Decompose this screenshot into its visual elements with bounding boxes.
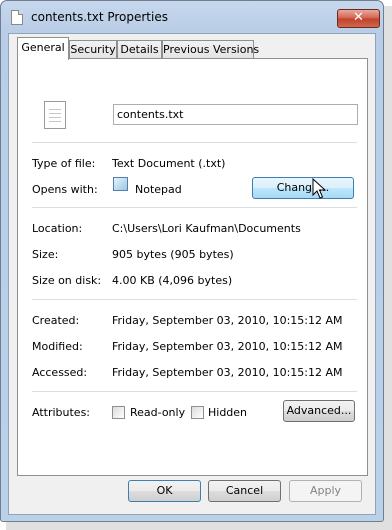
general-panel: Type of file: Text Document (.txt) Opens… [17, 58, 368, 476]
window-title: contents.txt Properties [31, 10, 168, 24]
type-value: Text Document (.txt) [112, 157, 226, 170]
size-on-disk-label: Size on disk: [32, 274, 102, 287]
separator [32, 391, 357, 392]
properties-window: contents.txt Properties ✕ General Securi… [0, 0, 384, 522]
modified-value: Friday, September 03, 2010, 10:15:12 AM [112, 340, 343, 353]
size-value: 905 bytes (905 bytes) [112, 248, 234, 261]
apply-button[interactable]: Apply [289, 480, 362, 502]
cancel-button[interactable]: Cancel [208, 480, 281, 502]
close-button[interactable]: ✕ [337, 9, 380, 28]
accessed-label: Accessed: [32, 366, 88, 379]
title-file-icon [11, 10, 23, 25]
file-icon [44, 101, 66, 129]
modified-label: Modified: [32, 340, 83, 353]
size-on-disk-value: 4.00 KB (4,096 bytes) [112, 274, 233, 287]
title-bar[interactable]: contents.txt Properties ✕ [1, 1, 383, 33]
file-name-field[interactable] [113, 104, 358, 125]
attributes-label: Attributes: [32, 406, 91, 419]
tab-general[interactable]: General [17, 37, 69, 60]
separator [32, 299, 357, 300]
separator [32, 207, 357, 208]
type-label: Type of file: [32, 157, 96, 170]
created-value: Friday, September 03, 2010, 10:15:12 AM [112, 314, 343, 327]
tab-security[interactable]: Security [69, 40, 117, 59]
change-button[interactable]: Change... [252, 177, 354, 199]
location-label: Location: [32, 222, 83, 235]
notepad-icon [113, 177, 128, 191]
tab-previous-versions[interactable]: Previous Versions [162, 40, 259, 59]
read-only-checkbox[interactable] [112, 406, 125, 419]
close-icon: ✕ [353, 10, 364, 25]
accessed-value: Friday, September 03, 2010, 10:15:12 AM [112, 366, 343, 379]
ok-button[interactable]: OK [128, 480, 201, 502]
created-label: Created: [32, 314, 80, 327]
dialog-body: General Security Details Previous Versio… [8, 33, 376, 515]
read-only-label[interactable]: Read-only [130, 406, 185, 419]
hidden-label[interactable]: Hidden [208, 406, 247, 419]
advanced-button[interactable]: Advanced... [283, 400, 355, 422]
tab-details[interactable]: Details [117, 40, 162, 59]
location-value: C:\Users\Lori Kaufman\Documents [112, 222, 301, 235]
hidden-checkbox[interactable] [191, 406, 204, 419]
opens-with-value: Notepad [135, 183, 182, 196]
opens-with-label: Opens with: [32, 183, 98, 196]
mouse-cursor-icon [312, 178, 326, 199]
size-label: Size: [32, 248, 59, 261]
separator [32, 142, 357, 143]
